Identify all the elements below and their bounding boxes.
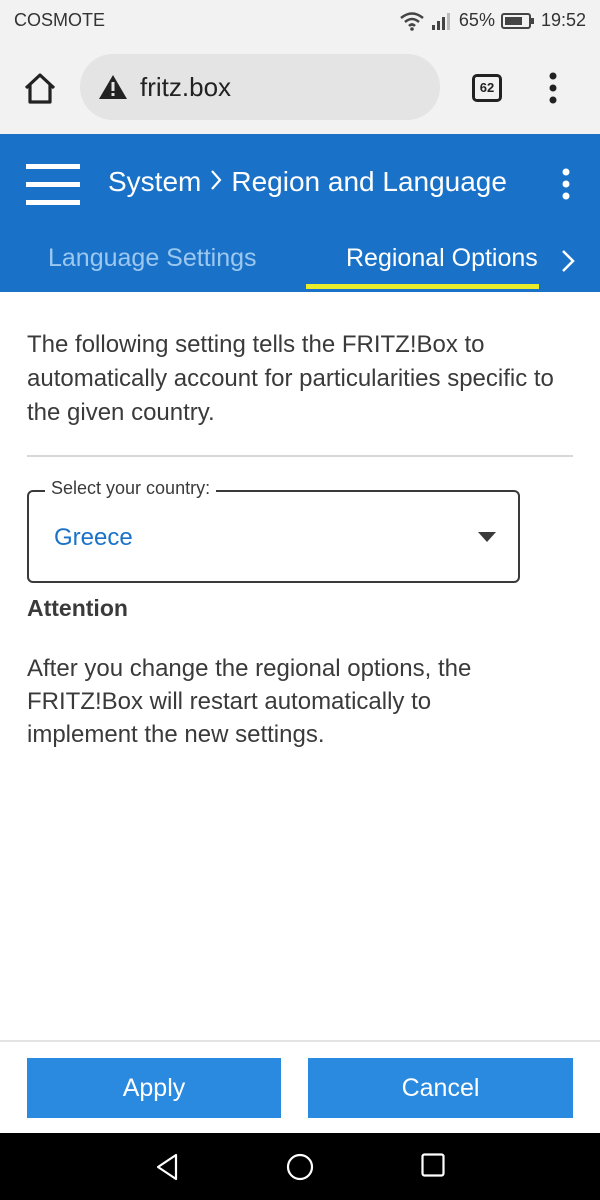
url-bar[interactable]: fritz.box xyxy=(80,54,440,120)
country-select[interactable]: Select your country: Greece xyxy=(27,478,520,583)
country-select-value: Greece xyxy=(54,524,133,551)
footer-divider xyxy=(0,1040,600,1042)
more-vert-icon[interactable] xyxy=(544,72,562,104)
more-vert-icon[interactable] xyxy=(558,168,574,200)
browser-toolbar: fritz.box 62 xyxy=(0,40,600,134)
divider xyxy=(27,455,573,457)
recents-icon[interactable] xyxy=(421,1153,445,1177)
clock: 19:52 xyxy=(540,10,586,30)
back-icon[interactable] xyxy=(154,1153,180,1181)
home-icon[interactable] xyxy=(22,70,58,106)
attention-text: After you change the regional options, t… xyxy=(27,655,472,748)
tab-language-settings[interactable]: Language Settings xyxy=(48,244,257,273)
battery-icon xyxy=(500,12,535,30)
chevron-right-icon xyxy=(209,166,223,198)
status-indicators: 65% 19:52 xyxy=(399,10,586,31)
active-tab-indicator xyxy=(306,284,539,289)
system-nav-bar xyxy=(0,1133,600,1200)
intro-text: The following setting tells the FRITZ!Bo… xyxy=(27,331,554,426)
breadcrumb-parent[interactable]: System xyxy=(108,166,201,198)
app-header: System Region and Language Language Sett… xyxy=(0,134,600,292)
attention-heading: Attention xyxy=(27,595,128,621)
battery-percent: 65% xyxy=(458,10,495,30)
url-text: fritz.box xyxy=(140,72,232,102)
apply-button[interactable]: Apply xyxy=(27,1058,281,1118)
warning-icon xyxy=(98,74,128,104)
breadcrumb: System Region and Language xyxy=(108,166,507,198)
home-nav-icon[interactable] xyxy=(286,1153,314,1181)
signal-icon xyxy=(431,11,453,31)
screen: COSMOTE 65% 19:52 fritz.box 62 System Re… xyxy=(0,0,600,1200)
country-select-label: Select your country: xyxy=(45,478,217,499)
tab-regional-options[interactable]: Regional Options xyxy=(346,244,538,273)
carrier-name: COSMOTE xyxy=(14,10,106,30)
chevron-right-icon[interactable] xyxy=(560,248,576,278)
page-title: Region and Language xyxy=(231,166,507,197)
menu-icon[interactable] xyxy=(26,164,80,206)
dropdown-arrow-icon xyxy=(477,528,497,547)
status-bar: COSMOTE 65% 19:52 xyxy=(0,0,600,40)
wifi-icon xyxy=(399,11,425,31)
tabs-button[interactable]: 62 xyxy=(472,74,502,102)
cancel-button[interactable]: Cancel xyxy=(308,1058,573,1118)
